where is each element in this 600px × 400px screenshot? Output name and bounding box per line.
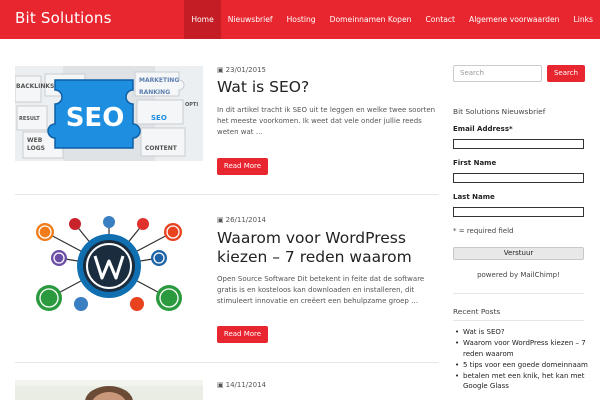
thumb-seo-big: SEO bbox=[66, 103, 125, 133]
recent-post-link[interactable]: 5 tips voor een goede domeinnaam bbox=[453, 360, 588, 371]
search-input[interactable]: Search bbox=[453, 65, 542, 82]
nav-home[interactable]: Home bbox=[184, 0, 221, 39]
search-button[interactable]: Search bbox=[547, 65, 585, 82]
recent-post-link[interactable]: Wat is SEO? bbox=[453, 327, 588, 338]
post-date-text: 23/01/2015 bbox=[225, 66, 266, 74]
post-excerpt: Open Source Software Dit betekent in fei… bbox=[217, 275, 425, 305]
subscribe-button[interactable]: Verstuur bbox=[453, 247, 584, 260]
newsletter-heading: Bit Solutions Nieuwsbrief bbox=[453, 107, 546, 116]
post-divider bbox=[15, 362, 439, 363]
post-title[interactable]: Wat is SEO? bbox=[217, 78, 439, 97]
post-date: ▣ 23/01/2015 bbox=[217, 66, 266, 74]
post-title[interactable]: Waarom voor WordPress kiezen – 7 reden w… bbox=[217, 229, 439, 267]
nav-contact[interactable]: Contact bbox=[418, 0, 462, 39]
email-field[interactable] bbox=[453, 139, 584, 149]
post-excerpt: In dit artikel tracht ik SEO uit te legg… bbox=[217, 106, 436, 136]
thumb-word-marketing: MARKETING bbox=[139, 77, 179, 84]
sidebar-divider bbox=[453, 293, 584, 294]
thumb-word-web: WEB bbox=[27, 137, 43, 144]
last-name-field[interactable] bbox=[453, 207, 584, 217]
post-thumbnail-wordpress[interactable] bbox=[15, 216, 203, 316]
recent-posts-list: Wat is SEO? Waarom voor WordPress kiezen… bbox=[453, 327, 588, 392]
recent-posts-heading: Recent Posts bbox=[453, 307, 501, 316]
post-thumbnail-seo[interactable]: SEO BACKLINKS MARKETING RANKING RESULT W… bbox=[15, 66, 203, 161]
nav-nieuwsbrief[interactable]: Nieuwsbrief bbox=[221, 0, 280, 39]
thumb-word-result: RESULT bbox=[19, 116, 40, 122]
first-name-field[interactable] bbox=[453, 173, 584, 183]
thumb-word-opti: OPTI bbox=[185, 102, 198, 108]
calendar-icon: ▣ bbox=[217, 381, 224, 389]
calendar-icon: ▣ bbox=[217, 66, 224, 74]
mailchimp-credit[interactable]: powered by MailChimp! bbox=[453, 271, 584, 279]
recent-post-link[interactable]: Waarom voor WordPress kiezen – 7 reden w… bbox=[453, 338, 588, 359]
site-title[interactable]: Bit Solutions bbox=[15, 9, 112, 27]
sidebar-divider bbox=[453, 320, 584, 321]
main-nav: Home Nieuwsbrief Hosting Domeinnamen Kop… bbox=[184, 0, 600, 39]
last-name-label: Last Name bbox=[453, 193, 495, 201]
read-more-button[interactable]: Read More bbox=[217, 158, 268, 175]
calendar-icon: ▣ bbox=[217, 216, 224, 224]
post-date-text: 14/11/2014 bbox=[225, 381, 266, 389]
nav-links[interactable]: Links bbox=[566, 0, 600, 39]
read-more-button[interactable]: Read More bbox=[217, 326, 268, 343]
post-divider bbox=[15, 194, 439, 195]
thumb-word-backlinks: BACKLINKS bbox=[16, 83, 54, 90]
thumb-word-content: CONTENT bbox=[145, 145, 178, 152]
post-thumbnail-third[interactable] bbox=[15, 380, 203, 400]
recent-post-link[interactable]: betalen met een knik, het kan met Google… bbox=[453, 371, 588, 392]
post-date: ▣ 26/11/2014 bbox=[217, 216, 266, 224]
thumb-word-seo-small: SEO bbox=[151, 114, 167, 122]
nav-algemene-voorwaarden[interactable]: Algemene voorwaarden bbox=[462, 0, 566, 39]
first-name-label: First Name bbox=[453, 159, 497, 167]
required-note: * = required field bbox=[453, 227, 514, 235]
nav-domeinnamen-kopen[interactable]: Domeinnamen Kopen bbox=[323, 0, 419, 39]
thumb-word-logs: LOGS bbox=[27, 145, 45, 152]
nav-hosting[interactable]: Hosting bbox=[280, 0, 323, 39]
thumb-word-ranking: RANKING bbox=[139, 89, 170, 96]
email-label: Email Address* bbox=[453, 125, 513, 133]
post-date-text: 26/11/2014 bbox=[225, 216, 266, 224]
top-navbar: Bit Solutions Home Nieuwsbrief Hosting D… bbox=[0, 0, 600, 39]
post-date: ▣ 14/11/2014 bbox=[217, 381, 266, 389]
